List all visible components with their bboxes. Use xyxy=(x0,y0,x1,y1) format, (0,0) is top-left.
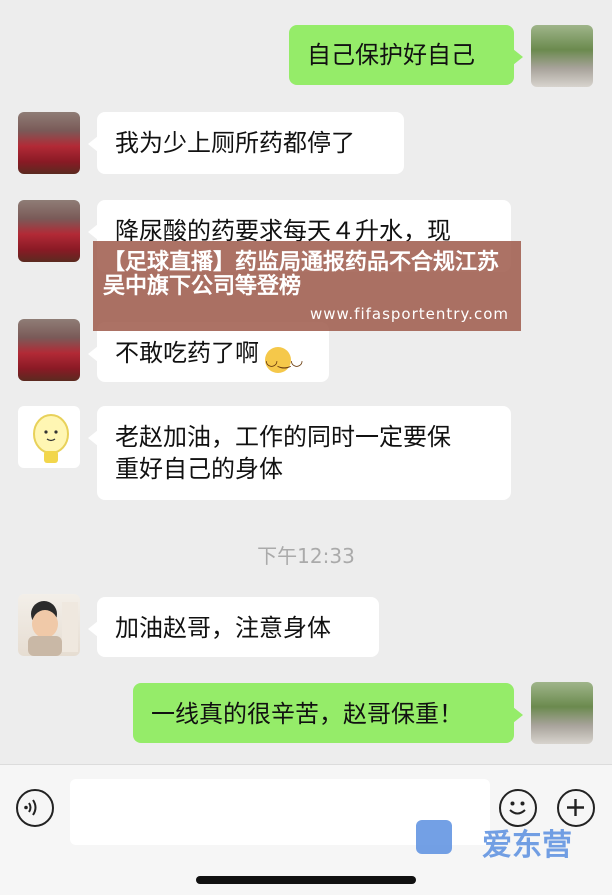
message-line: 老赵加油，工作的同时一定要保 xyxy=(115,423,451,451)
watermark-logo xyxy=(416,820,452,854)
contact-avatar[interactable] xyxy=(18,594,80,656)
contact-avatar[interactable] xyxy=(18,319,80,381)
message-timestamp: 下午12:33 xyxy=(257,544,355,568)
contact-avatar[interactable] xyxy=(18,200,80,262)
cartoon-character-icon xyxy=(33,414,69,463)
watermark-text: 爱东营 xyxy=(482,828,572,863)
message-bubble[interactable]: 不敢吃药了啊 ◡‿◡ xyxy=(88,322,329,382)
sleepy-face-icon: ◡‿◡ xyxy=(265,347,303,373)
contact-avatar[interactable] xyxy=(18,406,80,468)
message-bubble[interactable]: 自己保护好自己 xyxy=(289,25,523,85)
message-text: 不敢吃药了啊 xyxy=(115,339,259,367)
voice-button[interactable] xyxy=(16,789,54,827)
banner-url[interactable]: www.fifasportentry.com xyxy=(310,305,509,323)
message-bubble[interactable]: 一线真的很辛苦，赵哥保重！ xyxy=(133,683,523,743)
voice-icon xyxy=(24,799,37,816)
self-avatar[interactable] xyxy=(531,682,593,744)
contact-avatar[interactable] xyxy=(18,112,80,174)
overlay-banner[interactable]: 【足球直播】药监局通报药品不合规江苏吴中旗下公司等登榜 www.fifaspor… xyxy=(93,241,521,331)
message-line: 重好自己的身体 xyxy=(115,455,283,483)
self-avatar[interactable] xyxy=(531,25,593,87)
message-bubble[interactable]: 老赵加油，工作的同时一定要保 重好自己的身体 xyxy=(88,406,511,500)
banner-title: 【足球直播】药监局通报药品不合规江苏吴中旗下公司等登榜 xyxy=(103,250,500,299)
message-bubble[interactable]: 加油赵哥，注意身体 xyxy=(88,597,379,657)
message-bubble[interactable]: 我为少上厕所药都停了 xyxy=(88,112,404,174)
child-photo xyxy=(28,601,78,656)
home-indicator[interactable] xyxy=(196,876,416,884)
